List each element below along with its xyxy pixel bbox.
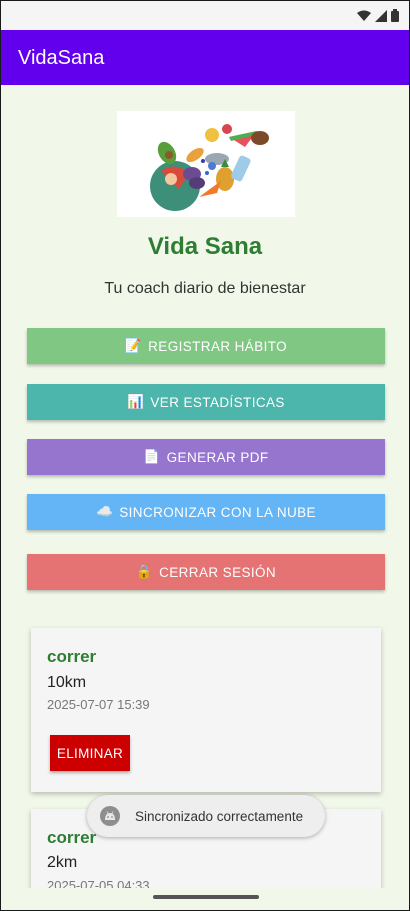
ver-estadisticas-button[interactable]: 📊 VER ESTADÍSTICAS [27, 384, 385, 420]
home-handle[interactable] [153, 895, 259, 899]
android-icon [100, 806, 120, 826]
lock-icon: 🔒 [135, 564, 154, 579]
toast-text: Sincronizado correctamente [135, 808, 304, 824]
memo-icon: 📝 [124, 338, 143, 353]
phone-screen: VidaSana Vida Sana Tu coach diario de bi… [0, 0, 410, 911]
wifi-icon [357, 10, 371, 21]
generar-pdf-label: GENERAR PDF [166, 449, 269, 465]
habit-value: 2km [47, 854, 78, 871]
page-subtitle: Tu coach diario de bienestar [104, 280, 306, 297]
healthy-food-logo-icon [117, 111, 295, 217]
registrar-habito-button[interactable]: 📝 REGISTRAR HÁBITO [27, 328, 385, 364]
document-icon: 📄 [143, 449, 161, 464]
registrar-habito-label: REGISTRAR HÁBITO [148, 338, 288, 354]
cloud-icon: ☁️ [96, 504, 114, 519]
habit-value: 10km [47, 674, 87, 691]
battery-icon [391, 9, 399, 22]
cerrar-sesion-button[interactable]: 🔒 CERRAR SESIÓN [27, 554, 385, 590]
ver-estadisticas-label: VER ESTADÍSTICAS [150, 394, 285, 410]
eliminar-button[interactable]: ELIMINAR [50, 735, 130, 771]
cerrar-sesion-label: CERRAR SESIÓN [159, 564, 277, 580]
habit-name: correr [47, 828, 97, 847]
status-bar [1, 1, 409, 31]
signal-icon [375, 9, 387, 22]
app-bar: VidaSana [1, 30, 409, 85]
status-icons [357, 9, 399, 22]
toast-message: Sincronizado correctamente [87, 795, 325, 837]
habit-name: correr [47, 647, 97, 666]
app-title: VidaSana [18, 47, 105, 69]
bar-chart-icon: 📊 [127, 394, 145, 409]
navigation-bar [1, 888, 409, 910]
habit-date: 2025-07-07 15:39 [47, 697, 150, 712]
sincronizar-nube-button[interactable]: ☁️ SINCRONIZAR CON LA NUBE [27, 494, 385, 530]
habit-card: correr 10km 2025-07-07 15:39 ELIMINAR [31, 628, 381, 792]
sincronizar-nube-label: SINCRONIZAR CON LA NUBE [119, 504, 316, 520]
generar-pdf-button[interactable]: 📄 GENERAR PDF [27, 439, 385, 475]
page-title: Vida Sana [147, 233, 263, 260]
